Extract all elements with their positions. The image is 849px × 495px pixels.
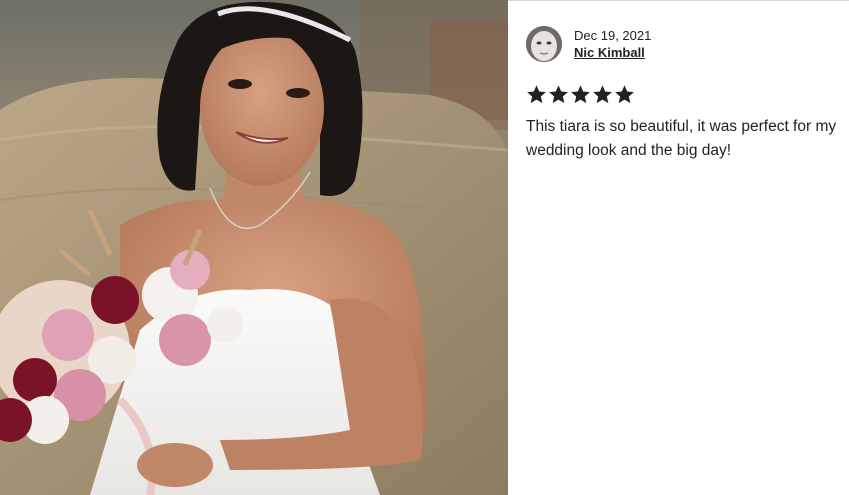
review-content: Dec 19, 2021 Nic Kimball This tiara is s… xyxy=(508,0,849,495)
review-date: Dec 19, 2021 xyxy=(574,27,652,43)
star-icon xyxy=(615,85,634,104)
review-photo[interactable] xyxy=(0,0,508,495)
reviewer-info: Dec 19, 2021 Nic Kimball xyxy=(526,25,849,63)
star-icon xyxy=(549,85,568,104)
review-modal: Dec 19, 2021 Nic Kimball This tiara is s… xyxy=(0,0,849,495)
star-rating xyxy=(526,84,849,106)
review-text: This tiara is so beautiful, it was perfe… xyxy=(526,118,837,159)
reviewer-meta: Dec 19, 2021 Nic Kimball xyxy=(574,28,651,61)
avatar[interactable] xyxy=(526,26,562,62)
avatar-image xyxy=(526,26,562,62)
reviewer-name-link[interactable]: Nic Kimball xyxy=(574,44,651,61)
star-icon xyxy=(527,85,546,104)
bride-photo-illustration xyxy=(0,0,508,495)
star-icon xyxy=(593,85,612,104)
star-icon xyxy=(571,85,590,104)
